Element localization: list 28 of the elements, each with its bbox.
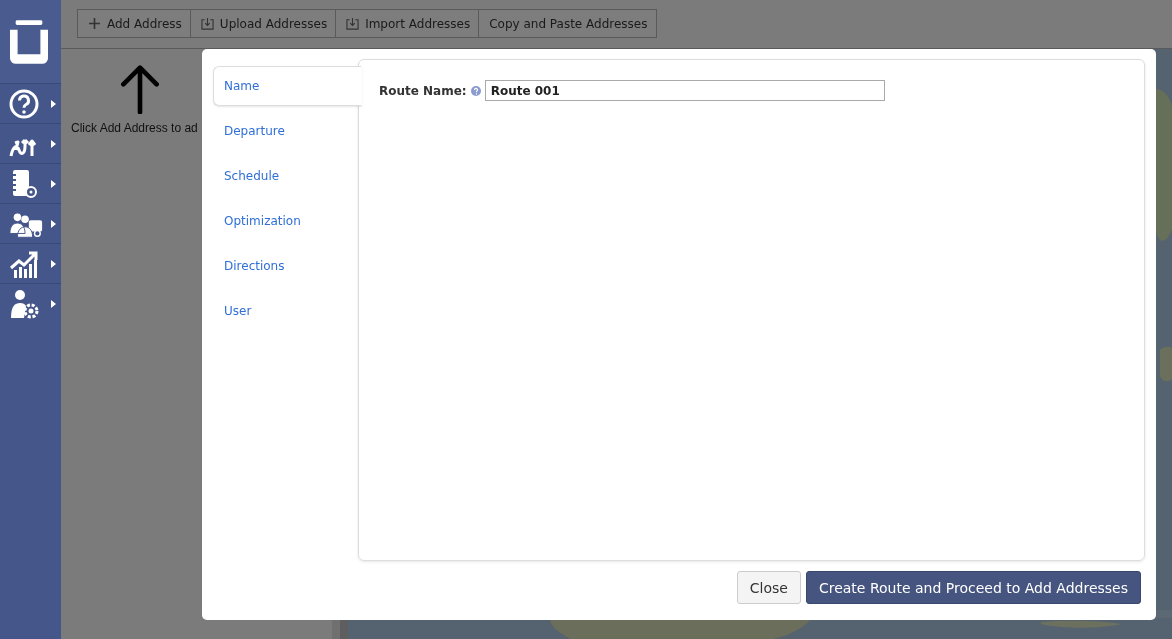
toolbar-button[interactable]: Copy and Paste Addresses xyxy=(479,10,656,37)
dialog-tab[interactable]: Name xyxy=(213,66,362,106)
dialog-tab[interactable]: Schedule xyxy=(213,156,358,196)
close-button[interactable]: Close xyxy=(736,571,801,604)
toolbar-button[interactable]: Import Addresses xyxy=(336,10,480,37)
dialog-tab[interactable]: User xyxy=(213,291,358,331)
dialog-tab[interactable]: Optimization xyxy=(213,201,358,241)
caret-icon xyxy=(51,179,56,188)
download-tray-icon xyxy=(200,17,214,30)
user-gear-icon[interactable] xyxy=(8,287,40,320)
hint-text: Click Add Address to ad xyxy=(71,121,198,135)
caret-icon xyxy=(51,259,56,268)
caret-icon xyxy=(51,139,56,148)
dialog-tab[interactable]: Directions xyxy=(213,246,358,286)
up-arrow-icon xyxy=(119,64,161,114)
field-label: Route Name: xyxy=(379,83,467,98)
dialog-tab[interactable]: Departure xyxy=(213,111,358,151)
toolbar-button[interactable]: Upload Addresses xyxy=(190,10,337,37)
download-tray-icon xyxy=(346,17,360,30)
route-name-field[interactable]: Route 001 xyxy=(484,80,885,101)
create-route-button[interactable]: Create Route and Proceed to Add Addresses xyxy=(805,571,1141,604)
logo-icon[interactable] xyxy=(9,18,48,65)
caret-icon xyxy=(51,219,56,228)
help-icon[interactable] xyxy=(8,87,40,120)
caret-icon xyxy=(51,99,56,108)
plus-icon xyxy=(88,17,101,30)
caret-icon xyxy=(51,299,56,308)
toolbar-button[interactable]: Add Address xyxy=(78,10,191,37)
